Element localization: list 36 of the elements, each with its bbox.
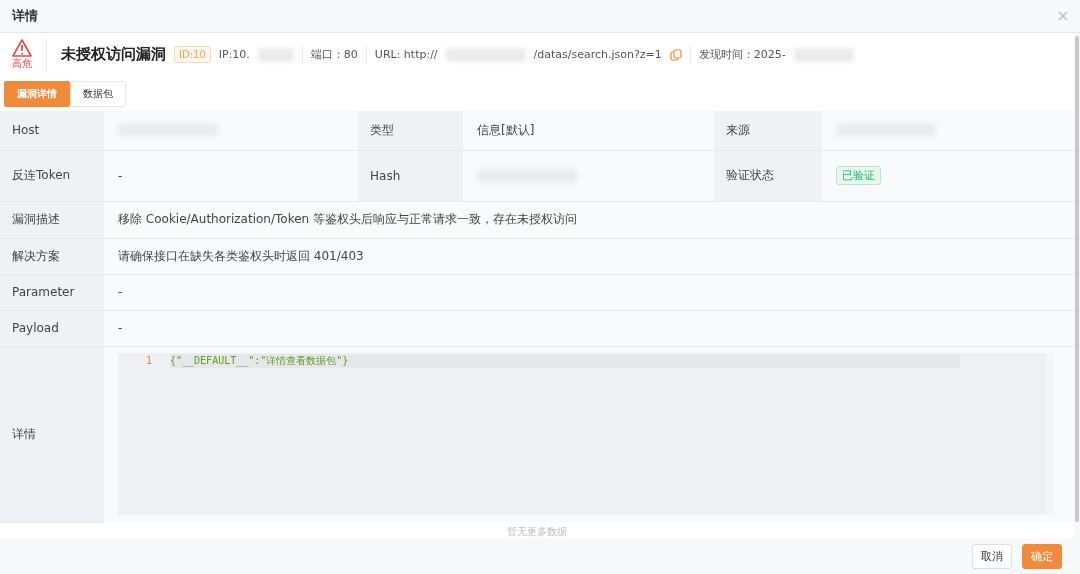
warning-icon	[12, 38, 32, 57]
code-editor[interactable]: 1 {"__DEFAULT__":"详情查看数据包"}	[118, 352, 1054, 515]
field-label: 详情	[0, 346, 104, 523]
tab[interactable]: 漏洞详情	[4, 80, 70, 107]
dialog-title: 详情	[12, 7, 38, 25]
id-badge: ID:10	[174, 46, 211, 64]
field-value: -	[104, 274, 1074, 311]
field-label: 来源	[714, 110, 822, 151]
field-label: 反连Token	[0, 150, 104, 202]
confirm-button[interactable]: 确定	[1022, 543, 1062, 569]
ip-text: IP:10.	[218, 48, 250, 62]
url-text: URL: http://	[374, 48, 438, 62]
line-number: 1	[144, 355, 153, 367]
port-text: 端口：80	[310, 47, 358, 63]
field-label: 验证状态	[714, 150, 822, 202]
field-label: Parameter	[0, 274, 104, 311]
found-time-text: 发现时间：2025-	[698, 47, 786, 63]
field-value: 信息[默认]	[477, 121, 535, 139]
field-label: 解决方案	[0, 238, 104, 275]
field-value: -	[118, 168, 123, 183]
url-path-text: /datas/search.json?z=1	[533, 48, 662, 62]
copy-icon[interactable]	[669, 48, 682, 61]
field-value: 移除 Cookie/Authorization/Token 等鉴权头后响应与正常请求一致，存在未授权访问	[104, 201, 1074, 239]
field-label: Host	[0, 110, 104, 151]
close-icon[interactable]	[1058, 11, 1068, 21]
field-label: 类型	[358, 110, 463, 151]
vulnerability-title: 未授权访问漏洞	[61, 45, 166, 65]
tab[interactable]: 数据包	[70, 80, 126, 107]
cancel-button[interactable]: 取消	[972, 543, 1012, 569]
field-value: 请确保接口在缺失各类鉴权头时返回 401/403	[104, 238, 1074, 275]
field-value: -	[104, 310, 1074, 347]
field-label: Hash	[358, 150, 463, 202]
field-label: Payload	[0, 310, 104, 347]
field-label: 漏洞描述	[0, 201, 104, 239]
status-tag: 已验证	[836, 166, 881, 186]
severity-label: 高危	[12, 56, 32, 71]
